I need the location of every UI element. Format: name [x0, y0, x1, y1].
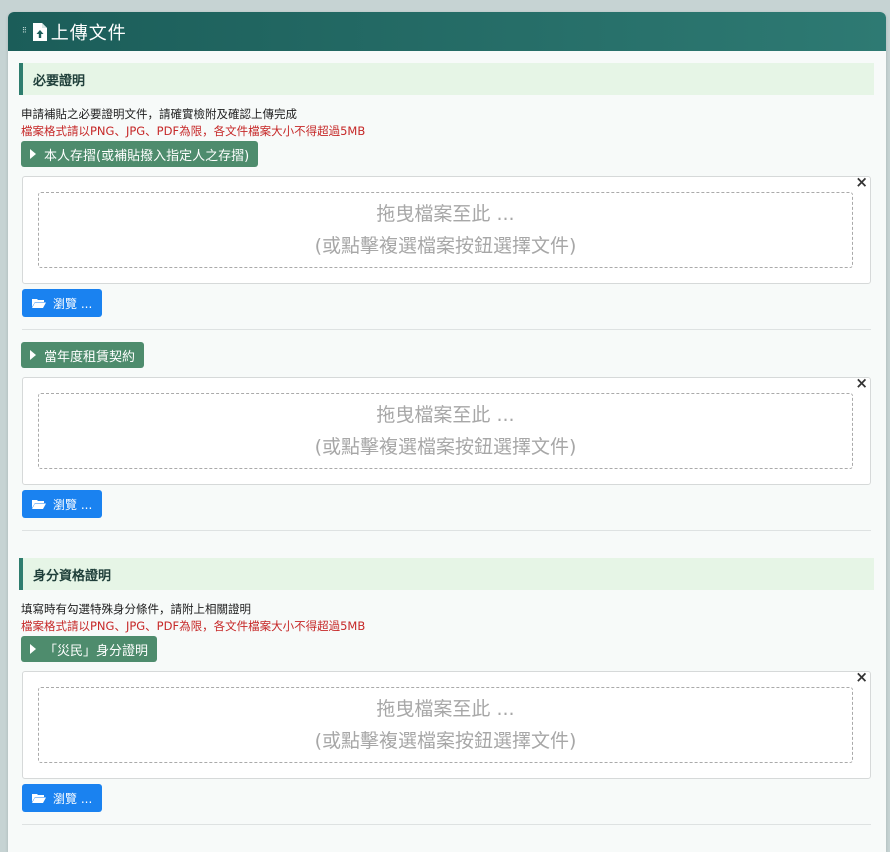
caret-right-icon — [30, 149, 36, 159]
close-icon[interactable]: × — [855, 374, 868, 392]
close-icon[interactable]: × — [855, 173, 868, 191]
drop-area[interactable]: 拖曳檔案至此 ... (或點擊複選檔案按鈕選擇文件) — [38, 192, 853, 268]
file-format-warning: 檔案格式請以PNG、JPG、PDF為限，各文件檔案大小不得超過5MB — [21, 619, 366, 633]
drop-subhint: (或點擊複選檔案按鈕選擇文件) — [314, 730, 577, 752]
file-drop-zone[interactable]: × 拖曳檔案至此 ... (或點擊複選檔案按鈕選擇文件) — [22, 374, 871, 485]
drop-subhint: (或點擊複選檔案按鈕選擇文件) — [314, 436, 577, 458]
file-format-warning: 檔案格式請以PNG、JPG、PDF為限，各文件檔案大小不得超過5MB — [21, 124, 366, 138]
drop-hint: 拖曳檔案至此 ... — [376, 404, 515, 426]
section-description: 申請補貼之必要證明文件，請確實檢附及確認上傳完成 — [21, 107, 297, 121]
file-upload-icon — [32, 22, 47, 41]
drop-area[interactable]: 拖曳檔案至此 ... (或點擊複選檔案按鈕選擇文件) — [38, 393, 853, 469]
browse-label: 瀏覽 ... — [53, 497, 93, 512]
panel-title: 上傳文件 — [50, 22, 127, 44]
section-title: 身分資格證明 — [19, 558, 874, 590]
upload-panel: ⁝⁝ 上傳文件 必要證明 申請補貼之必要證明文件，請確實檢附及確認上傳完成 檔案… — [8, 12, 886, 852]
browse-button[interactable]: 瀏覽 ... — [22, 490, 102, 518]
browse-button[interactable]: 瀏覽 ... — [22, 784, 102, 812]
folder-open-icon — [32, 794, 46, 803]
panel-header: ⁝⁝ 上傳文件 — [8, 12, 886, 51]
upload-label: 當年度租賃契約 — [44, 349, 136, 365]
upload-block: 本人存摺(或補貼撥入指定人之存摺) × 拖曳檔案至此 ... (或點擊複選檔案按… — [19, 141, 874, 330]
upload-label: 「災民」身分證明 — [44, 643, 149, 659]
caret-right-icon — [30, 644, 36, 654]
section-title: 必要證明 — [19, 63, 874, 95]
browse-label: 瀏覽 ... — [53, 791, 93, 806]
close-icon[interactable]: × — [855, 668, 868, 686]
file-drop-zone[interactable]: × 拖曳檔案至此 ... (或點擊複選檔案按鈕選擇文件) — [22, 668, 871, 779]
drop-hint: 拖曳檔案至此 ... — [376, 203, 515, 225]
browse-button[interactable]: 瀏覽 ... — [22, 289, 102, 317]
upload-block: 「災民」身分證明 × 拖曳檔案至此 ... (或點擊複選檔案按鈕選擇文件) 瀏覽… — [19, 636, 874, 825]
folder-open-icon — [32, 500, 46, 509]
drag-grip-icon[interactable]: ⁝⁝ — [22, 27, 27, 36]
divider — [22, 329, 871, 330]
drop-area[interactable]: 拖曳檔案至此 ... (或點擊複選檔案按鈕選擇文件) — [38, 687, 853, 763]
folder-open-icon — [32, 299, 46, 308]
section-required: 必要證明 申請補貼之必要證明文件，請確實檢附及確認上傳完成 檔案格式請以PNG、… — [19, 63, 874, 531]
divider — [22, 530, 871, 531]
upload-toggle-passbook[interactable]: 本人存摺(或補貼撥入指定人之存摺) — [21, 141, 259, 167]
upload-toggle-disaster-victim[interactable]: 「災民」身分證明 — [21, 636, 158, 662]
drop-hint: 拖曳檔案至此 ... — [376, 698, 515, 720]
browse-label: 瀏覽 ... — [53, 296, 93, 311]
divider — [22, 824, 871, 825]
drop-subhint: (或點擊複選檔案按鈕選擇文件) — [314, 235, 577, 257]
caret-right-icon — [30, 350, 36, 360]
upload-block: 當年度租賃契約 × 拖曳檔案至此 ... (或點擊複選檔案按鈕選擇文件) 瀏覽 … — [19, 342, 874, 531]
upload-toggle-lease[interactable]: 當年度租賃契約 — [21, 342, 145, 368]
upload-label: 本人存摺(或補貼撥入指定人之存摺) — [44, 148, 250, 164]
file-drop-zone[interactable]: × 拖曳檔案至此 ... (或點擊複選檔案按鈕選擇文件) — [22, 173, 871, 284]
section-description: 填寫時有勾選特殊身分條件，請附上相關證明 — [21, 602, 251, 616]
section-identity: 身分資格證明 填寫時有勾選特殊身分條件，請附上相關證明 檔案格式請以PNG、JP… — [19, 558, 874, 825]
